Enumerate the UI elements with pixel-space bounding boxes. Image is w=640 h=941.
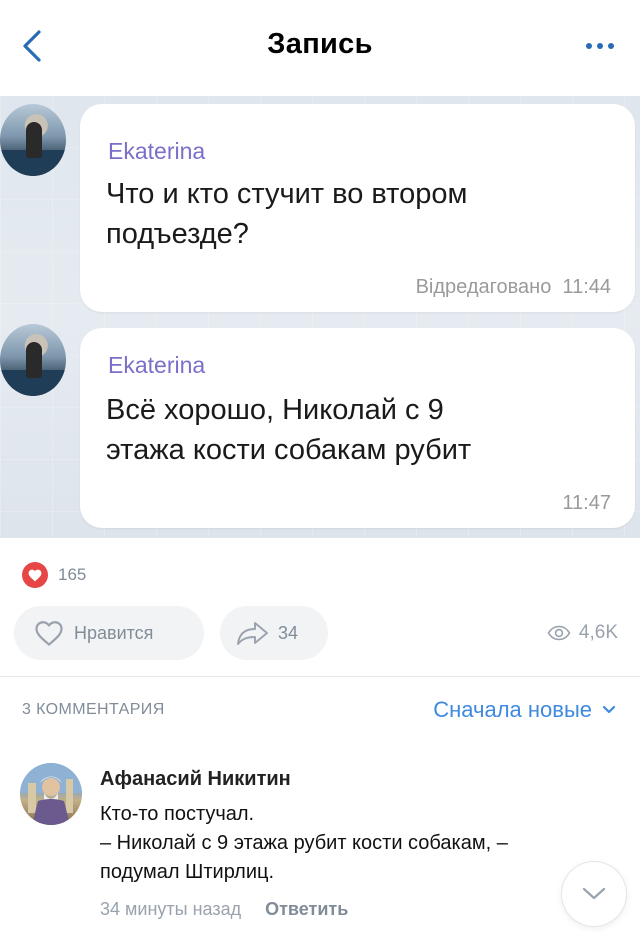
post-image[interactable]: Ekaterina Что и кто стучит во втором под… bbox=[0, 96, 640, 538]
reactions-count: 165 bbox=[58, 565, 87, 584]
heart-reaction-icon bbox=[22, 562, 48, 588]
scroll-down-button[interactable] bbox=[562, 862, 626, 926]
chevron-down-icon bbox=[582, 887, 606, 900]
views-count: 4,6K bbox=[578, 622, 618, 643]
divider bbox=[0, 676, 640, 677]
comments-title: 3 КОММЕНТАРИЯ bbox=[22, 701, 165, 718]
share-button[interactable]: 34 bbox=[220, 606, 328, 660]
like-label: Нравится bbox=[74, 622, 154, 643]
message-line: подъезде? bbox=[106, 218, 249, 250]
top-nav-bar: Запись bbox=[0, 0, 640, 96]
chevron-down-icon bbox=[602, 705, 616, 714]
sender-avatar bbox=[0, 324, 66, 396]
share-arrow-icon bbox=[237, 622, 268, 645]
views-counter: 4,6K bbox=[547, 622, 618, 644]
comments-sort-button[interactable]: Сначала новые bbox=[433, 697, 616, 723]
reactions-summary[interactable]: 165 bbox=[22, 562, 86, 588]
message-bubble: Ekaterina Что и кто стучит во втором под… bbox=[80, 104, 635, 312]
message-line: Всё хорошо, Николай с 9 bbox=[106, 394, 444, 426]
message-line: этажа кости собакам рубит bbox=[106, 434, 472, 466]
page-title: Запись bbox=[267, 28, 373, 60]
dot bbox=[586, 43, 592, 49]
like-button[interactable]: Нравится bbox=[14, 606, 204, 660]
sender-name: Ekaterina bbox=[108, 352, 206, 378]
share-count: 34 bbox=[278, 622, 299, 643]
message-text: Всё хорошо, Николай с 9 этажа кости соба… bbox=[106, 390, 626, 470]
comment-text: Кто-то постучал. – Николай с 9 этажа руб… bbox=[100, 800, 620, 887]
commenter-avatar[interactable] bbox=[20, 763, 82, 825]
comment-footer: 34 минуты назад Ответить bbox=[100, 899, 348, 920]
message-text: Что и кто стучит во втором подъезде? bbox=[106, 174, 626, 254]
message-meta: 11:47 bbox=[562, 492, 611, 514]
comment-line: Кто-то постучал. bbox=[100, 803, 255, 825]
comment-line: подумал Штирлиц. bbox=[100, 861, 275, 883]
comment-line: – Николай с 9 этажа рубит кости собакам,… bbox=[100, 832, 508, 854]
comment-author[interactable]: Афанасий Никитин bbox=[100, 768, 291, 791]
heart-outline-icon bbox=[35, 620, 63, 646]
eye-icon bbox=[547, 625, 571, 641]
sender-avatar bbox=[0, 104, 66, 176]
sender-name: Ekaterina bbox=[108, 138, 206, 164]
sort-label: Сначала новые bbox=[433, 697, 592, 722]
dot bbox=[608, 43, 614, 49]
message-meta: Відредаговано 11:44 bbox=[415, 276, 611, 298]
comment-timestamp: 34 минуты назад bbox=[100, 899, 242, 919]
more-options-button[interactable] bbox=[580, 36, 620, 56]
reply-button[interactable]: Ответить bbox=[265, 899, 348, 920]
message-line: Что и кто стучит во втором bbox=[106, 178, 468, 210]
dot bbox=[597, 43, 603, 49]
message-bubble: Ekaterina Всё хорошо, Николай с 9 этажа … bbox=[80, 328, 635, 528]
